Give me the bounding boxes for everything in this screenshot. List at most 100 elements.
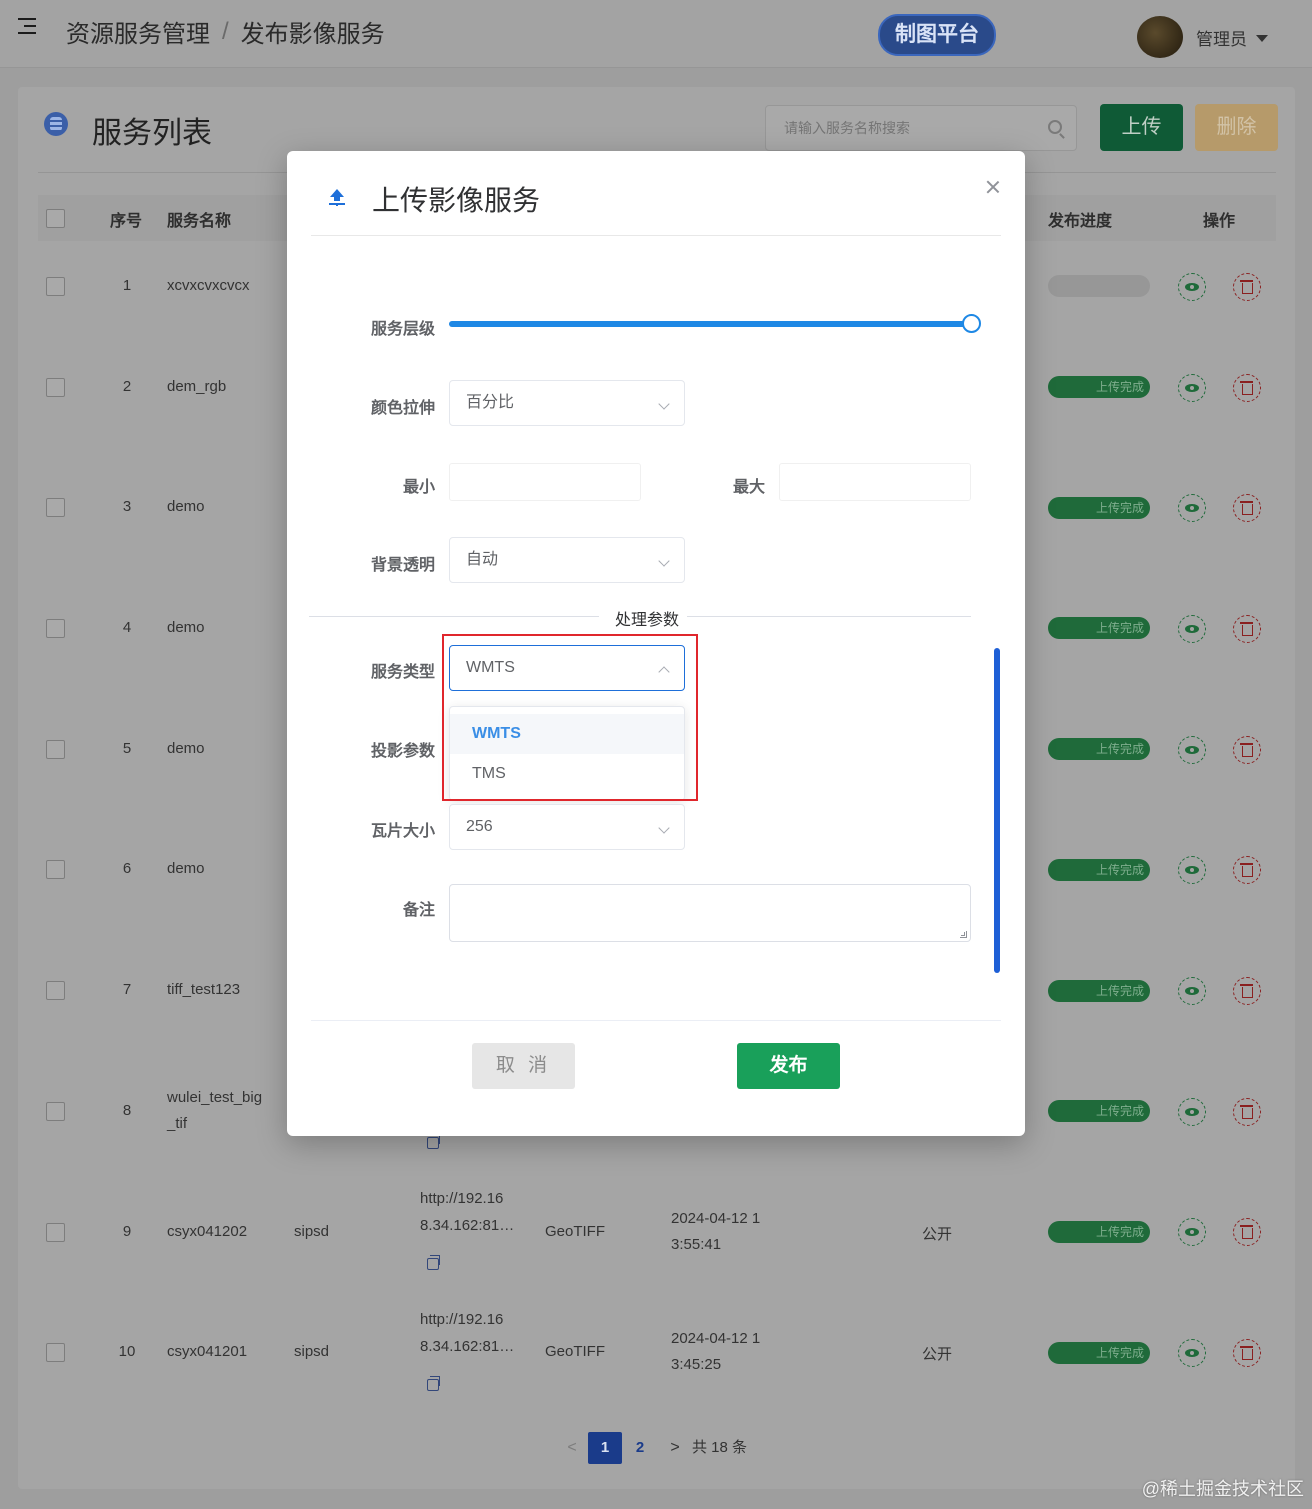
search-field[interactable] [765,105,1077,151]
progress-bar [1048,275,1150,297]
row-name: wulei_test_big _tif [167,1085,277,1137]
page-title: 服务列表 [92,117,212,150]
delete-trash-icon[interactable] [1233,977,1261,1005]
row-checkbox[interactable] [46,619,65,638]
status-badge: 上传完成 [1048,497,1150,519]
view-eye-icon[interactable] [1178,615,1206,643]
row-url: http://192.16 8.34.162:81… [420,1185,530,1239]
row-name: demo [167,740,205,757]
delete-trash-icon[interactable] [1233,1339,1261,1367]
row-checkbox[interactable] [46,860,65,879]
delete-trash-icon[interactable] [1233,736,1261,764]
scrollbar[interactable] [994,648,1000,973]
mapping-platform-button[interactable]: 制图平台 [878,14,996,56]
resize-handle-icon[interactable] [960,931,967,938]
pagination-page-1[interactable]: 1 [588,1432,622,1464]
divider [309,616,599,617]
view-eye-icon[interactable] [1178,1218,1206,1246]
section-title-processing-params: 处理参数 [607,606,688,630]
upload-button[interactable]: 上传 [1100,104,1183,151]
search-icon[interactable] [1048,120,1062,134]
remark-textarea[interactable] [449,884,971,942]
copy-icon[interactable] [427,1134,440,1149]
row-seq: 7 [122,981,132,998]
row-url-line: http://192.16 [420,1190,504,1207]
row-checkbox[interactable] [46,1102,65,1121]
avatar[interactable] [1137,16,1183,58]
row-format: GeoTIFF [545,1343,606,1360]
row-type: sipsd [294,1223,330,1240]
view-eye-icon[interactable] [1178,494,1206,522]
upload-image-service-dialog: 上传影像服务 服务层级 颜色拉伸 百分比 最小 最大 背景透明 自动 处理参数 … [287,151,1025,1136]
color-stretch-select[interactable]: 百分比 [449,380,685,426]
row-checkbox[interactable] [46,740,65,759]
max-label: 最大 [732,479,765,496]
row-seq: 10 [118,1343,136,1360]
view-eye-icon[interactable] [1178,977,1206,1005]
row-time-line: 2024-04-12 1 [671,1210,761,1227]
delete-trash-icon[interactable] [1233,1098,1261,1126]
chevron-down-icon [658,398,670,410]
status-badge: 上传完成 [1048,1221,1150,1243]
delete-trash-icon[interactable] [1233,374,1261,402]
breadcrumb-item-resource-service[interactable]: 资源服务管理 [66,14,210,49]
view-eye-icon[interactable] [1178,1339,1206,1367]
delete-trash-icon[interactable] [1233,273,1261,301]
column-header-progress: 发布进度 [1048,213,1113,230]
copy-icon[interactable] [427,1255,440,1270]
row-checkbox[interactable] [46,1223,65,1242]
row-url-line: 8.34.162:81… [420,1338,515,1355]
row-name: csyx041202 [167,1223,248,1240]
divider [311,1020,1001,1021]
min-input[interactable] [449,463,641,501]
pagination-prev-button[interactable]: < [560,1432,584,1464]
row-checkbox[interactable] [46,378,65,397]
status-badge: 上传完成 [1048,1342,1150,1364]
copy-icon[interactable] [427,1376,440,1391]
slider-handle[interactable] [961,314,981,333]
row-seq: 8 [122,1102,132,1119]
database-icon [44,112,68,136]
row-checkbox[interactable] [46,981,65,1000]
watermark: @稀土掘金技术社区 [1141,1479,1304,1499]
search-input[interactable] [766,106,1036,150]
row-checkbox[interactable] [46,277,65,296]
publish-button[interactable]: 发布 [737,1043,840,1089]
annotation-highlight-box [442,634,698,801]
background-transparent-select[interactable]: 自动 [449,537,685,583]
delete-trash-icon[interactable] [1233,856,1261,884]
pagination-page-2[interactable]: 2 [623,1432,657,1464]
view-eye-icon[interactable] [1178,374,1206,402]
dialog-title: 上传影像服务 [372,185,541,216]
delete-trash-icon[interactable] [1233,1218,1261,1246]
tile-size-select[interactable]: 256 [449,804,685,850]
service-level-slider[interactable] [449,321,971,327]
delete-button[interactable]: 删除 [1195,104,1278,151]
delete-trash-icon[interactable] [1233,494,1261,522]
delete-trash-icon[interactable] [1233,615,1261,643]
row-checkbox[interactable] [46,498,65,517]
status-badge: 上传完成 [1048,376,1150,398]
row-seq: 2 [122,378,132,395]
user-name[interactable]: 管理员 [1196,25,1247,50]
select-all-checkbox[interactable] [46,209,65,228]
breadcrumb-separator: / [222,17,229,45]
breadcrumb-item-publish-image: 发布影像服务 [240,21,385,48]
menu-toggle-icon[interactable] [18,18,42,40]
view-eye-icon[interactable] [1178,1098,1206,1126]
caret-down-icon[interactable] [1256,35,1268,42]
row-name-line: wulei_test_big [167,1089,263,1106]
row-checkbox[interactable] [46,1343,65,1362]
pagination-next-button[interactable]: > [665,1432,685,1464]
view-eye-icon[interactable] [1178,736,1206,764]
cancel-button[interactable]: 取 消 [472,1043,575,1089]
service-type-label: 服务类型 [370,664,435,681]
view-eye-icon[interactable] [1178,856,1206,884]
row-name: demo [167,619,205,636]
max-input[interactable] [779,463,971,501]
view-eye-icon[interactable] [1178,273,1206,301]
status-badge: 上传完成 [1048,738,1150,760]
row-access: 公开 [922,1226,953,1243]
close-icon[interactable] [985,179,1001,195]
pagination-total: 共 18 条 [692,1439,748,1456]
